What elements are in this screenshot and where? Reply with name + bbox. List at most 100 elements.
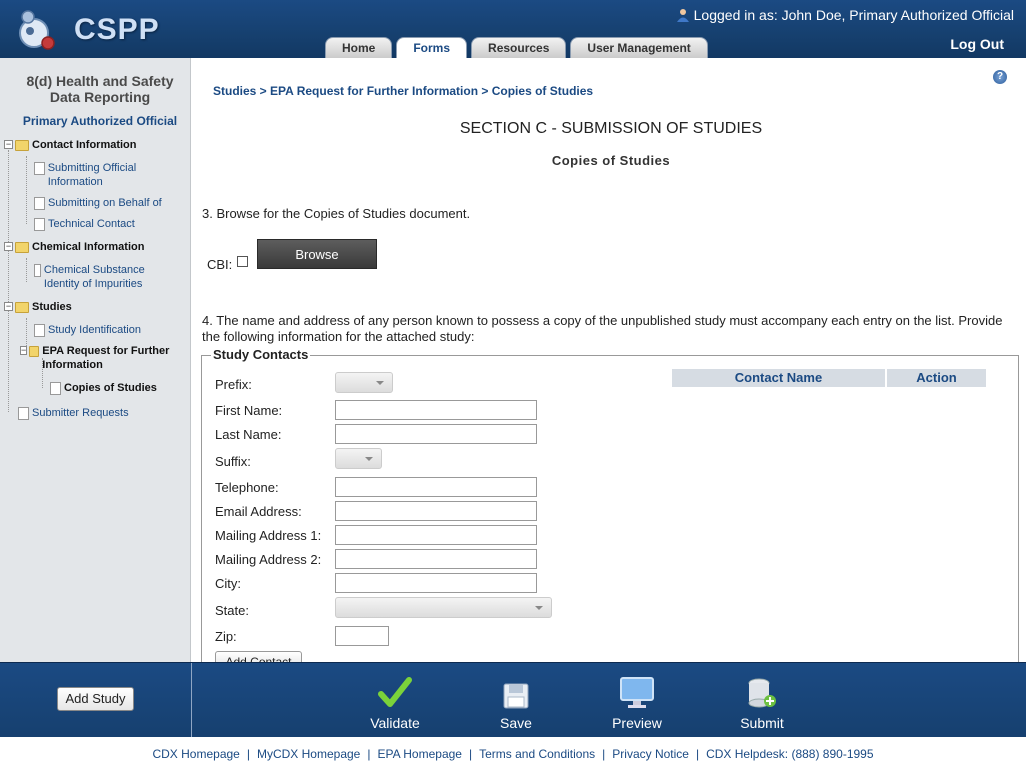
document-icon <box>34 162 45 175</box>
dropdown-caret-icon <box>365 457 373 461</box>
first-name-input[interactable] <box>335 400 537 420</box>
preview-button[interactable]: Preview <box>597 675 677 731</box>
cspp-logo[interactable]: CSPP <box>12 5 159 51</box>
footer-link-mycdx-homepage[interactable]: MyCDX Homepage <box>257 747 360 761</box>
main-tabs: Home Forms Resources User Management <box>325 37 708 59</box>
cbi-label: CBI: <box>207 257 233 272</box>
molecule-icon <box>19 10 55 50</box>
zip-input[interactable] <box>335 626 389 646</box>
tree-line <box>8 150 9 412</box>
mailing-address-1-input[interactable] <box>335 525 537 545</box>
study-contacts-fieldset <box>201 355 1019 662</box>
validate-label: Validate <box>370 715 420 731</box>
tab-forms[interactable]: Forms <box>396 37 468 59</box>
collapse-toggle-icon[interactable]: − <box>4 302 13 311</box>
collapse-toggle-icon[interactable]: − <box>4 242 13 251</box>
folder-icon <box>29 346 40 357</box>
footer-separator: | <box>695 747 700 761</box>
document-icon <box>34 264 41 277</box>
footer-link-epa-homepage[interactable]: EPA Homepage <box>377 747 462 761</box>
footer-link-cdx-homepage[interactable]: CDX Homepage <box>152 747 239 761</box>
dropdown-caret-icon <box>535 606 543 610</box>
folder-icon <box>15 302 29 313</box>
sidebar-title: 8(d) Health and Safety Data Reporting <box>26 73 174 105</box>
validate-button[interactable]: Validate <box>355 675 435 731</box>
sidebar: 8(d) Health and Safety Data Reporting Pr… <box>0 58 191 662</box>
state-label: State: <box>215 603 249 618</box>
section-title: SECTION C - SUBMISSION OF STUDIES <box>459 120 763 137</box>
tab-resources[interactable]: Resources <box>471 37 567 59</box>
suffix-select[interactable] <box>335 448 382 469</box>
prefix-select[interactable] <box>335 372 393 393</box>
tree-folder-epa-request[interactable]: − EPA Request for Further Information <box>20 344 170 372</box>
footer-separator: | <box>246 747 250 761</box>
logout-link[interactable]: Log Out <box>950 36 1004 52</box>
tab-home[interactable]: Home <box>325 37 393 59</box>
last-name-label: Last Name: <box>215 427 282 442</box>
footer-separator: | <box>602 747 606 761</box>
folder-icon <box>15 140 29 151</box>
collapse-toggle-icon[interactable]: − <box>4 140 13 149</box>
city-input[interactable] <box>335 573 537 593</box>
save-button[interactable]: Save <box>476 675 556 731</box>
tree-item-chemical-substance[interactable]: Chemical Substance Identity of Impuritie… <box>34 263 154 291</box>
footer-link-privacy[interactable]: Privacy Notice <box>612 747 689 761</box>
tree-item-submitting-on-behalf[interactable]: Submitting on Behalf of <box>34 196 189 210</box>
logo-text: CSPP <box>74 13 160 46</box>
column-contact-name: Contact Name <box>672 369 885 387</box>
tree-label: Copies of Studies <box>64 382 157 394</box>
email-label: Email Address: <box>215 504 302 519</box>
collapse-toggle-icon[interactable]: − <box>20 346 28 355</box>
footer-link-terms[interactable]: Terms and Conditions <box>479 747 595 761</box>
mailing-address-2-label: Mailing Address 2: <box>215 552 322 567</box>
login-info: Logged in as: John Doe, Primary Authoriz… <box>676 7 1014 23</box>
help-icon[interactable]: ? <box>993 70 1007 84</box>
breadcrumb-current: Copies of Studies <box>491 84 594 98</box>
breadcrumb-epa-request[interactable]: EPA Request for Further Information <box>270 84 478 98</box>
add-contact-button[interactable]: Add Contact <box>215 651 302 662</box>
cbi-checkbox[interactable] <box>237 256 248 267</box>
tree-line <box>26 156 27 224</box>
contacts-table-header: Contact Name Action <box>672 369 986 387</box>
mailing-address-1-label: Mailing Address 1: <box>215 528 322 543</box>
tree-item-technical-contact[interactable]: Technical Contact <box>34 217 189 231</box>
city-label: City: <box>215 576 241 591</box>
tree-label: Technical Contact <box>48 218 135 230</box>
tree-item-submitter-requests[interactable]: Submitter Requests <box>18 406 188 420</box>
tree-line <box>26 258 27 282</box>
tree-item-copies-of-studies[interactable]: Copies of Studies <box>50 381 190 395</box>
document-icon <box>34 324 45 337</box>
telephone-input[interactable] <box>335 477 537 497</box>
tree-item-submitting-official[interactable]: Submitting Official Information <box>34 161 189 189</box>
tree-label: Chemical Information <box>32 241 145 253</box>
footer-link-helpdesk[interactable]: CDX Helpdesk: (888) 890-1995 <box>706 747 873 761</box>
email-input[interactable] <box>335 501 537 521</box>
footer-separator: | <box>367 747 371 761</box>
add-study-button[interactable]: Add Study <box>57 687 134 711</box>
save-label: Save <box>500 715 532 731</box>
tab-user-management[interactable]: User Management <box>570 37 708 59</box>
tree-label: Submitting on Behalf of <box>48 197 162 209</box>
tree-label: Chemical Substance Identity of Impuritie… <box>43 264 145 290</box>
tree-folder-contact-info[interactable]: − Contact Information <box>4 138 137 152</box>
tree-label: Studies <box>32 301 72 313</box>
suffix-label: Suffix: <box>215 454 251 469</box>
mailing-address-2-input[interactable] <box>335 549 537 569</box>
zip-label: Zip: <box>215 629 237 644</box>
browse-button[interactable]: Browse <box>257 239 377 269</box>
question-4: 4. The name and address of any person kn… <box>202 313 1003 344</box>
tree-item-study-identification[interactable]: Study Identification <box>34 323 189 337</box>
first-name-label: First Name: <box>215 403 283 418</box>
breadcrumb-separator: > <box>256 84 271 98</box>
user-icon <box>676 9 689 22</box>
tree-label: Submitting Official Information <box>47 162 137 188</box>
state-select[interactable] <box>335 597 552 618</box>
tree-folder-chemical-info[interactable]: − Chemical Information <box>4 240 144 254</box>
breadcrumb: Studies > EPA Request for Further Inform… <box>213 84 593 98</box>
submit-button[interactable]: Submit <box>722 675 802 731</box>
breadcrumb-studies[interactable]: Studies <box>213 84 256 98</box>
document-icon <box>34 197 45 210</box>
tree-folder-studies[interactable]: − Studies <box>4 300 72 314</box>
document-icon <box>18 407 29 420</box>
last-name-input[interactable] <box>335 424 537 444</box>
